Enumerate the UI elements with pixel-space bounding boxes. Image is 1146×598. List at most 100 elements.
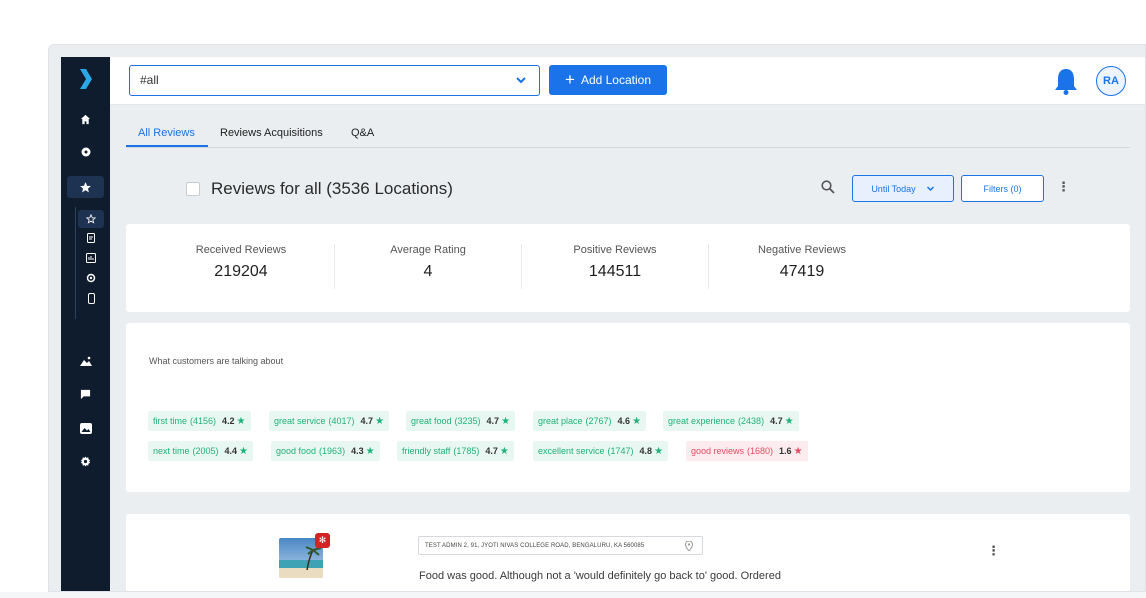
chip-term: good reviews — [691, 446, 745, 456]
user-avatar[interactable]: RA — [1096, 66, 1126, 96]
filters-button[interactable]: Filters (0) — [961, 175, 1044, 202]
chip-rating: 4.6 — [617, 416, 631, 426]
sidebar — [61, 57, 110, 591]
mobile-icon[interactable] — [78, 289, 104, 307]
chip-count: (3235) — [454, 416, 481, 426]
select-all-checkbox[interactable] — [186, 182, 200, 196]
stat-average-rating: Average Rating 4 — [334, 244, 522, 281]
tab-qa[interactable]: Q&A — [351, 127, 374, 139]
chip-term: great place — [538, 416, 583, 426]
app-frame: #all + Add Location RA All Reviews Revie… — [48, 44, 1146, 592]
top-bar: #all + Add Location RA — [110, 57, 1145, 105]
more-options-icon[interactable]: ⋮ — [1057, 180, 1070, 193]
map-pin-icon — [685, 541, 693, 551]
search-icon[interactable] — [821, 180, 835, 194]
chip-rating: 4.2 — [222, 416, 235, 426]
topics-header: What customers are talking about — [149, 356, 284, 366]
chip-term: friendly staff — [402, 446, 451, 456]
location-icon[interactable] — [61, 142, 110, 162]
stat-positive-reviews: Positive Reviews 144511 — [521, 244, 709, 281]
star-icon: ★ — [499, 445, 509, 457]
chevron-down-icon — [516, 77, 526, 84]
date-filter-dropdown[interactable]: Until Today — [852, 175, 954, 202]
yelp-icon: ✻ — [315, 533, 330, 548]
stat-label: Average Rating — [390, 244, 466, 256]
chip-count: (1680) — [747, 446, 774, 456]
topic-chip[interactable]: excellent service (1747) 4.8 ★ — [533, 441, 669, 461]
gallery-icon[interactable] — [61, 418, 110, 438]
star-icon: ★ — [501, 415, 511, 427]
chip-count: (4156) — [190, 416, 217, 426]
review-text: Food was good. Although not a 'would def… — [419, 570, 781, 582]
topic-chip-negative[interactable]: good reviews (1680) 1.6 ★ — [686, 441, 808, 461]
stat-value: 4 — [423, 263, 433, 280]
chip-term: great food — [411, 416, 452, 426]
chart-icon[interactable] — [78, 249, 104, 267]
stat-label: Received Reviews — [195, 244, 287, 256]
active-tab-indicator — [126, 145, 208, 147]
chip-rating: 4.8 — [639, 446, 653, 456]
image-icon[interactable] — [61, 351, 110, 371]
star-icon[interactable] — [67, 176, 104, 198]
chip-term: excellent service — [538, 446, 605, 456]
stat-label: Negative Reviews — [757, 244, 847, 256]
tab-bar: All Reviews Reviews Acquisitions Q&A — [126, 117, 1130, 148]
chip-count: (4017) — [328, 416, 355, 426]
bell-icon[interactable] — [1053, 67, 1079, 95]
chip-rating: 4.7 — [770, 416, 783, 426]
location-select[interactable]: #all — [129, 65, 540, 96]
chip-term: first time — [153, 416, 188, 426]
topic-chip[interactable]: friendly staff (1785) 4.7 ★ — [397, 441, 514, 461]
chip-rating: 4.7 — [485, 446, 498, 456]
chip-rating: 4.7 — [360, 416, 374, 426]
tab-all-reviews[interactable]: All Reviews — [138, 127, 195, 139]
add-location-label: Add Location — [580, 73, 651, 87]
chip-count: (2005) — [192, 446, 219, 456]
topic-chip[interactable]: great food (3235) 4.7 ★ — [406, 411, 516, 431]
topic-chip[interactable]: great experience (2438) 4.7 ★ — [663, 411, 799, 431]
location-select-value: #all — [140, 73, 159, 87]
tab-reviews-acquisitions[interactable]: Reviews Acquisitions — [220, 127, 323, 139]
home-icon[interactable] — [61, 109, 110, 129]
bottom-edge — [0, 592, 1146, 598]
star-outline-icon[interactable] — [78, 210, 104, 228]
chip-count: (1747) — [607, 446, 634, 456]
star-icon: ★ — [239, 445, 249, 457]
topics-card: What customers are talking about first t… — [126, 323, 1130, 492]
chip-term: great experience — [668, 416, 736, 426]
star-icon: ★ — [375, 415, 385, 427]
stat-received-reviews: Received Reviews 219204 — [147, 244, 335, 281]
chevron-down-icon — [926, 186, 934, 192]
document-icon[interactable] — [78, 229, 104, 247]
topic-chip[interactable]: first time (4156) 4.2 ★ — [148, 411, 251, 431]
star-icon: ★ — [236, 415, 246, 427]
topic-chip[interactable]: next time (2005) 4.4 ★ — [148, 441, 254, 461]
chip-count: (2767) — [585, 416, 612, 426]
settings-icon[interactable] — [78, 269, 104, 287]
star-icon: ★ — [632, 415, 642, 427]
stat-label: Positive Reviews — [573, 244, 657, 256]
review-address: TEST ADMIN 2, 91, JYOTI NIVAS COLLEGE RO… — [418, 536, 703, 555]
stats-card: Received Reviews 219204 Average Rating 4… — [126, 224, 1130, 312]
stat-negative-reviews: Negative Reviews 47419 — [708, 244, 896, 281]
reviews-title: Reviews for all (3536 Locations) — [211, 179, 453, 198]
date-filter-label: Until Today — [871, 183, 916, 194]
chip-term: good food — [276, 446, 317, 456]
topic-chip[interactable]: great place (2767) 4.6 ★ — [533, 411, 647, 431]
chip-count: (1785) — [453, 446, 480, 456]
gear-icon[interactable] — [61, 451, 110, 471]
star-icon: ★ — [365, 445, 375, 457]
topic-chip[interactable]: great service (4017) 4.7 ★ — [269, 411, 390, 431]
chip-term: great service — [274, 416, 326, 426]
add-location-button[interactable]: + Add Location — [549, 65, 667, 95]
chip-rating: 4.7 — [486, 416, 500, 426]
message-icon[interactable] — [61, 384, 110, 404]
stat-value: 219204 — [214, 263, 268, 280]
chip-count: (1963) — [319, 446, 346, 456]
stat-value: 47419 — [779, 263, 825, 280]
topic-chip[interactable]: good food (1963) 4.3 ★ — [271, 441, 380, 461]
chip-rating: 4.4 — [224, 446, 238, 456]
review-more-options-icon[interactable]: ⋮ — [987, 544, 1000, 557]
review-address-text: TEST ADMIN 2, 91, JYOTI NIVAS COLLEGE RO… — [425, 542, 645, 549]
brand-logo-icon[interactable] — [80, 69, 92, 89]
